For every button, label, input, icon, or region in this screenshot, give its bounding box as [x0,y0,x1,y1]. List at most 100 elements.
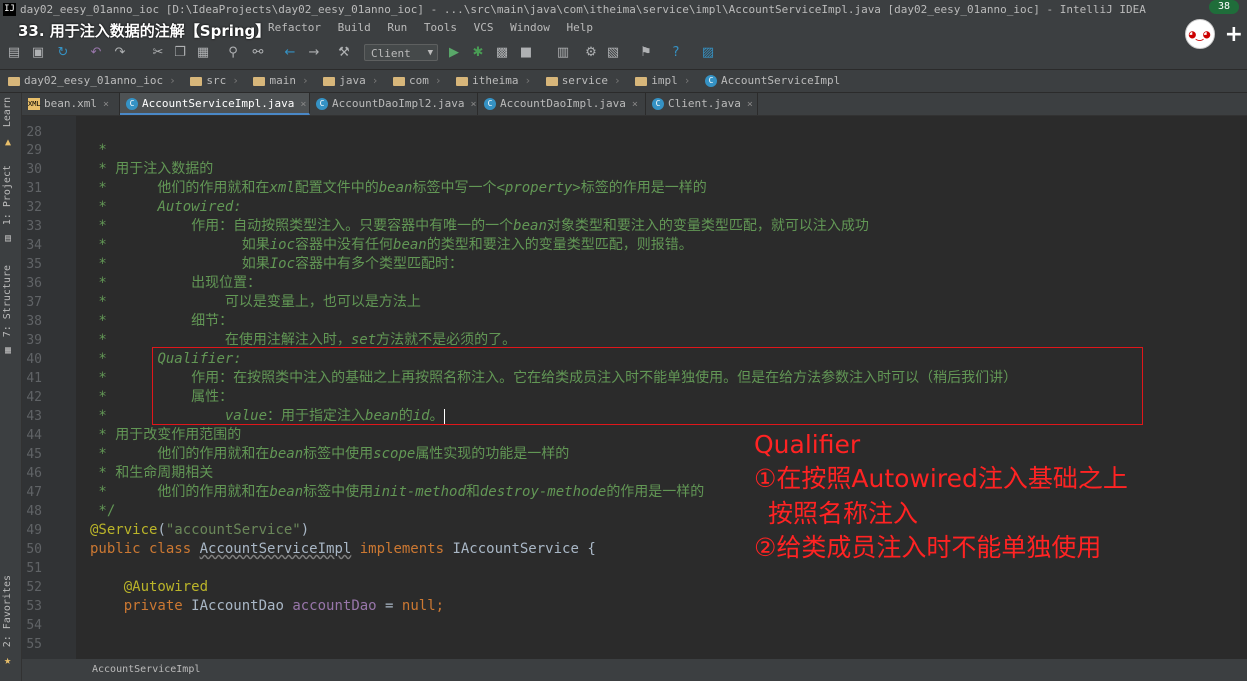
code-line-45: * 他们的作用就和在bean标签中使用scope属性实现的功能是一样的 [90,446,570,462]
breadcrumb-item[interactable]: service › [545,70,621,92]
breadcrumb-item[interactable]: com › [392,70,441,92]
folder-icon [545,76,558,86]
class-icon: C [484,98,496,110]
menu-build[interactable]: Build [338,21,371,34]
annotation-title: Qualifier [754,430,861,459]
run-config-label: Client [371,47,411,60]
notification-badge: 38 [1209,0,1239,14]
undo-icon[interactable]: ↶ [88,45,104,61]
breadcrumb-item[interactable]: java › [323,70,378,92]
close-icon[interactable]: × [103,99,109,110]
learn-tab[interactable]: Learn [2,97,13,127]
tab-accountdaoimpl2[interactable]: C AccountDaoImpl2.java × [310,93,478,115]
code-line-50: public class AccountServiceImpl implemen… [90,541,596,557]
cut-icon[interactable]: ✂ [150,45,166,61]
line-number: 54 [26,618,42,633]
paste-icon[interactable]: ▦ [195,45,211,61]
settings-icon[interactable]: ⚙ [583,45,599,61]
structure-tab[interactable]: 7: Structure [2,265,13,337]
close-icon[interactable]: × [470,99,476,110]
line-number: 48 [26,504,42,519]
breadcrumb-item[interactable]: C AccountServiceImpl [705,70,840,92]
star-icon: ★ [4,653,12,667]
folder-icon [253,76,266,86]
jrebel-icon[interactable]: ▨ [700,45,716,61]
favorites-tab[interactable]: 2: Favorites [2,575,13,647]
code-line-47: * 他们的作用就和在bean标签中使用init-method和destroy-m… [90,484,705,500]
back-icon[interactable]: ← [282,45,298,61]
breadcrumb-item[interactable]: itheima › [456,70,531,92]
forward-icon[interactable]: → [306,45,322,61]
close-icon[interactable]: × [300,99,306,110]
code-line-33: * 作用：自动按照类型注入。只要容器中有唯一的一个bean对象类型和要注入的变量… [90,218,869,234]
run-icon[interactable]: ▶ [446,45,462,61]
breadcrumb-item[interactable]: day02_eesy_01anno_ioc › [8,70,176,92]
open-folder-icon[interactable]: ▤ [6,45,22,61]
line-number: 34 [26,238,42,253]
tab-accountserviceimpl[interactable]: C AccountServiceImpl.java × [120,93,310,115]
breadcrumb-item[interactable]: src › [190,70,239,92]
replace-icon[interactable]: ⚯ [250,45,266,61]
code-line-32: * Autowired: [90,199,242,215]
copy-icon[interactable]: ❐ [172,45,188,61]
learn-icon: ▲ [5,137,12,148]
line-number: 40 [26,352,42,367]
left-tool-bar: Learn ▲ 1: Project ▤ 7: Structure ▦ 2: F… [0,93,22,681]
run-config-select[interactable]: Client ▼ [364,44,438,61]
line-number: 45 [26,447,42,462]
line-number: 32 [26,200,42,215]
line-number: 42 [26,390,42,405]
folder-icon [392,76,405,86]
main-toolbar: ▤ ▣ ↻ ↶ ↷ ✂ ❐ ▦ ⚲ ⚯ ← → ⚒ Client ▼ ▶ ✱ ▩… [0,37,1247,70]
status-class-name[interactable]: AccountServiceImpl [92,664,200,675]
coverage-icon[interactable]: ▩ [494,45,510,61]
sync-icon[interactable]: ↻ [55,45,71,61]
folder-icon [456,76,469,86]
project-structure-icon[interactable]: ▥ [555,45,571,61]
line-number: 51 [26,561,42,576]
line-number: 55 [26,637,42,652]
window-titlebar: IJ day02_eesy_01anno_ioc [D:\IdeaProjects… [0,0,1247,19]
debug-icon[interactable]: ✱ [470,45,486,61]
breadcrumb: day02_eesy_01anno_ioc › src › main › java › … [0,70,1247,92]
code-line-30: * 用于注入数据的 [90,161,214,177]
line-number: 47 [26,485,42,500]
code-line-46: * 和生命周期相关 [90,465,214,481]
tab-accountdaoimpl[interactable]: C AccountDaoImpl.java × [478,93,646,115]
redo-icon[interactable]: ↷ [112,45,128,61]
line-number: 41 [26,371,42,386]
line-number: 46 [26,466,42,481]
menu-help[interactable]: Help [566,21,593,34]
menu-window[interactable]: Window [510,21,550,34]
find-icon[interactable]: ⚲ [225,45,241,61]
class-icon: C [316,98,328,110]
folder-icon [8,76,20,86]
close-icon[interactable]: × [747,99,753,110]
build-icon[interactable]: ⚒ [336,45,352,61]
add-icon[interactable]: + [1225,22,1243,47]
breadcrumb-item[interactable]: main › [253,70,309,92]
line-number: 33 [26,219,42,234]
sdk-icon[interactable]: ▧ [605,45,621,61]
avatar[interactable]: ◕‿◕ [1184,19,1215,49]
line-number: 31 [26,181,42,196]
tab-bean-xml[interactable]: XML bean.xml × [22,93,120,115]
menu-refactor[interactable]: Refactor [268,21,321,34]
code-line-53: private IAccountDao accountDao = null; [90,598,445,614]
close-icon[interactable]: × [632,99,638,110]
code-line-44: * 用于改变作用范围的 [90,427,242,443]
class-icon: C [126,98,138,110]
breadcrumb-item[interactable]: impl › [635,70,690,92]
annotation-point-1: ①在按照Autowired注入基础之上 [754,464,1128,493]
annotation-point-1-cont: 按照名称注入 [768,499,919,528]
menu-tools[interactable]: Tools [424,21,457,34]
stop-icon[interactable]: ■ [518,45,534,61]
tab-client[interactable]: C Client.java × [646,93,758,115]
save-all-icon[interactable]: ▣ [30,45,46,61]
menu-run[interactable]: Run [387,21,407,34]
project-tab[interactable]: 1: Project [2,165,13,225]
vcs-icon[interactable]: ⚑ [638,45,654,61]
code-line-29: * [90,142,107,158]
help-icon[interactable]: ? [668,45,684,61]
menu-vcs[interactable]: VCS [474,21,494,34]
